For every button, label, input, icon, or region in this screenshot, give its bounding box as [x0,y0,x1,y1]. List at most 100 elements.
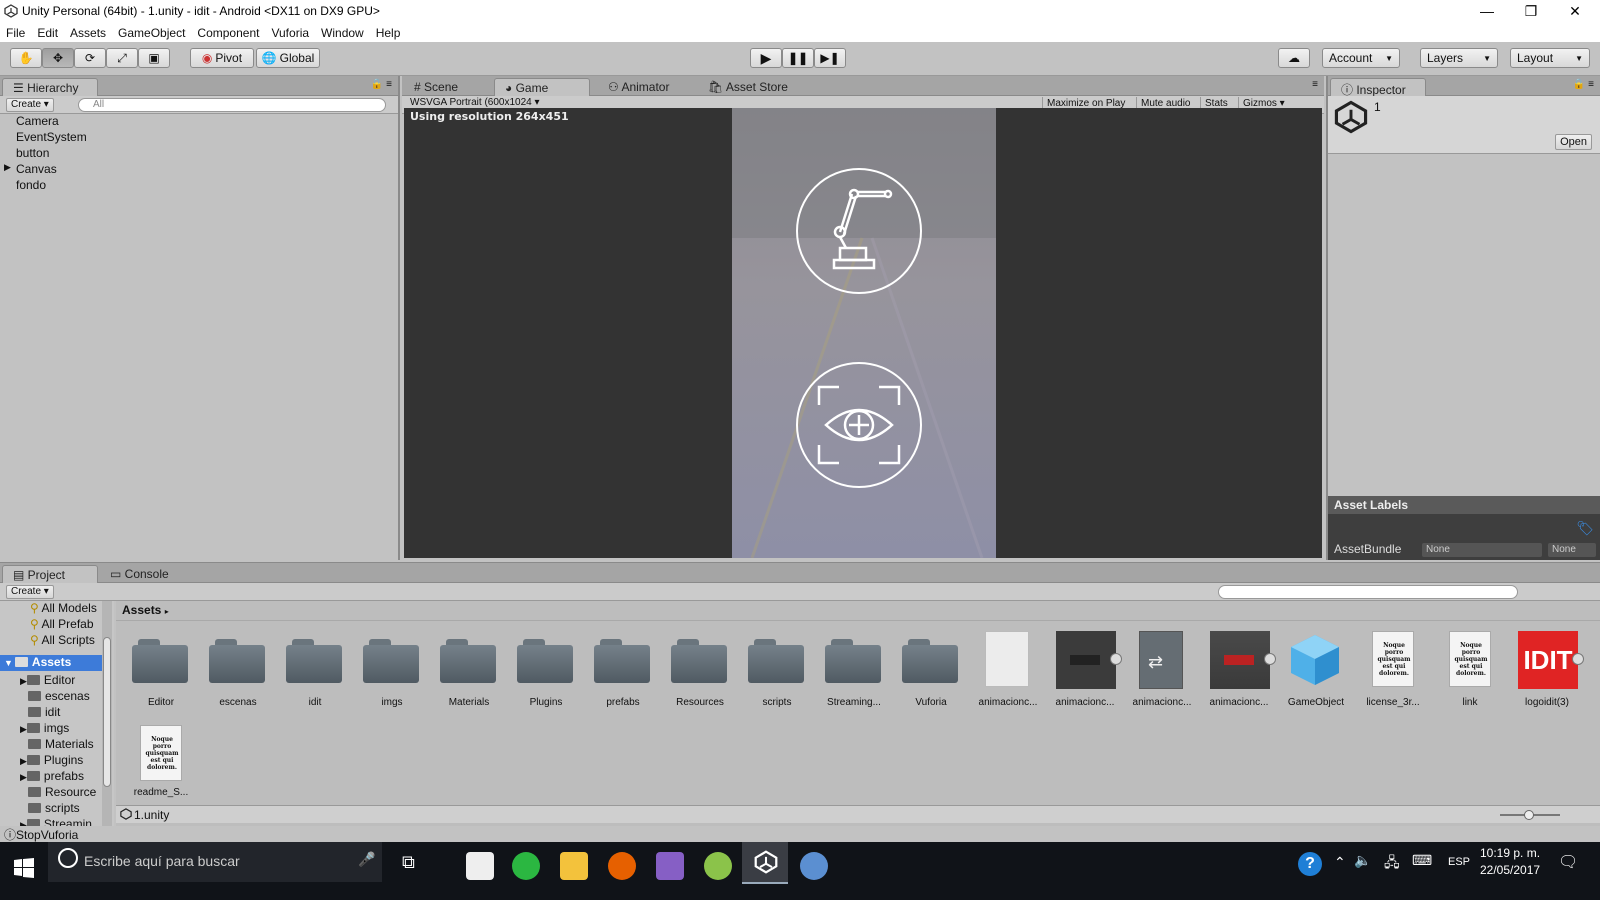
tree-item-idit[interactable]: idit [28,705,60,719]
firefox-icon[interactable] [608,852,636,880]
tab-asset-store[interactable]: 🛍 Asset Store [698,78,808,96]
assetbundle-dropdown[interactable]: None [1422,543,1542,557]
tree-item-materials[interactable]: Materials [28,737,94,751]
store-app-icon[interactable] [466,852,494,880]
lock-icon[interactable]: 🔒 ≡ [1573,79,1594,90]
robot-arm-button[interactable] [794,166,924,296]
file-explorer-icon[interactable] [560,852,588,880]
expand-arrow-icon[interactable]: ▶ [4,162,11,173]
layout-dropdown[interactable]: Layout ▼ [1510,48,1590,68]
folder-icon[interactable] [671,637,729,683]
inspector-open-button[interactable]: Open [1555,134,1592,150]
hierarchy-item-camera[interactable]: Camera [16,114,59,128]
restore-button[interactable]: ❐ [1508,0,1554,24]
folder-icon[interactable] [209,637,267,683]
icon-size-slider[interactable] [1500,810,1560,820]
folder-icon[interactable] [132,637,190,683]
folder-icon[interactable] [440,637,498,683]
menu-assets[interactable]: Assets [70,26,106,40]
paint-app-icon[interactable] [800,852,828,880]
rect-tool-button[interactable]: ▣ [138,48,170,68]
task-view-icon[interactable]: ⧉ [402,852,415,873]
tree-scrollbar-thumb[interactable] [103,637,111,787]
pivot-toggle[interactable]: ◉ Pivot [190,48,254,68]
folder-icon[interactable] [594,637,652,683]
move-tool-button[interactable]: ✥ [42,48,74,68]
pause-button[interactable]: ❚❚ [782,48,814,68]
folder-icon[interactable] [825,637,883,683]
variant-dropdown[interactable]: None [1548,543,1596,557]
game-viewport[interactable]: Using resolution 264x451 [404,108,1322,558]
step-button[interactable]: ▶❚ [814,48,846,68]
tree-item-imgs[interactable]: ▶ imgs [20,721,69,735]
taskbar-search[interactable]: Escribe aquí para buscar 🎤 [48,842,382,882]
tab-inspector[interactable]: ⓘ Inspector [1330,78,1426,97]
file-icon[interactable] [985,631,1029,687]
unity-taskbar-button[interactable] [742,842,788,884]
animation-clip-icon[interactable] [1210,631,1276,689]
folder-icon[interactable] [517,637,575,683]
scale-tool-button[interactable]: ⤢ [106,48,138,68]
play-button[interactable]: ▶ [750,48,782,68]
tree-item-scripts[interactable]: scripts [28,801,80,815]
android-studio-icon[interactable] [704,852,732,880]
breadcrumb-assets[interactable]: Assets [122,603,161,617]
hierarchy-search-input[interactable]: All [78,98,386,112]
account-dropdown[interactable]: Account ▼ [1322,48,1400,68]
favorite-all-models[interactable]: ⚲ All Models [30,601,97,615]
cloud-button[interactable]: ☁ [1278,48,1310,68]
favorite-all-scripts[interactable]: ⚲ All Scripts [30,633,95,647]
hierarchy-create-button[interactable]: Create ▾ [6,98,54,112]
tree-scrollbar[interactable] [102,601,112,827]
folder-icon[interactable] [748,637,806,683]
layers-dropdown[interactable]: Layers ▼ [1420,48,1498,68]
tab-scene[interactable]: # Scene [404,78,494,96]
global-toggle[interactable]: 🌐 Global [256,48,320,68]
menu-window[interactable]: Window [321,26,364,40]
menu-file[interactable]: File [6,26,25,40]
document-icon[interactable]: Noque porro quisquam est qui dolorem. [1449,631,1491,687]
tag-icon[interactable]: 🏷 [1576,520,1594,537]
tree-item-plugins[interactable]: ▶ Plugins [20,753,83,767]
chevron-up-icon[interactable]: ⌃ [1334,854,1346,871]
hierarchy-item-fondo[interactable]: fondo [16,178,46,192]
document-icon[interactable]: Noque porro quisquam est qui dolorem. [1372,631,1414,687]
language-indicator[interactable]: ESP [1448,856,1470,868]
close-button[interactable]: ✕ [1552,0,1598,24]
hierarchy-item-eventsystem[interactable]: EventSystem [16,130,87,144]
clock-time[interactable]: 10:19 p. m. [1480,846,1540,860]
tree-item-escenas[interactable]: escenas [28,689,90,703]
tab-project[interactable]: ▤ Project [2,565,98,583]
animation-clip-icon[interactable] [1056,631,1122,689]
menu-gameobject[interactable]: GameObject [118,26,185,40]
help-icon[interactable]: ? [1298,852,1322,876]
panel-menu-icon[interactable]: ≡ [1312,79,1318,90]
tree-item-prefabs[interactable]: ▶ prefabs [20,769,84,783]
lock-icon[interactable]: 🔒 ≡ [371,79,392,90]
prefab-cube-icon[interactable] [1287,631,1343,687]
ar-scan-button[interactable] [794,360,924,490]
tab-game[interactable]: ◕ Game [494,78,590,96]
clock-date[interactable]: 22/05/2017 [1480,863,1540,877]
hand-tool-button[interactable]: ✋ [10,48,42,68]
folder-icon[interactable] [363,637,421,683]
menu-edit[interactable]: Edit [37,26,58,40]
tab-animator[interactable]: ⚇ Animator [598,78,694,96]
menu-component[interactable]: Component [197,26,259,40]
favorite-all-prefabs[interactable]: ⚲ All Prefab [30,617,94,631]
notifications-icon[interactable]: 🗨 [1558,852,1578,872]
tree-item-resources[interactable]: Resource [28,785,96,799]
tab-hierarchy[interactable]: ☰ Hierarchy [2,78,98,96]
visual-studio-icon[interactable] [656,852,684,880]
windows-start-icon[interactable] [14,858,34,878]
document-icon[interactable]: Noque porro quisquam est qui dolorem. [140,725,182,781]
rotate-tool-button[interactable]: ⟳ [74,48,106,68]
tree-item-editor[interactable]: ▶ Editor [20,673,75,687]
minimize-button[interactable]: — [1464,0,1510,24]
project-search-input[interactable] [1218,585,1518,599]
whatsapp-icon[interactable] [512,852,540,880]
network-icon[interactable]: 🖧 [1384,852,1400,876]
project-create-button[interactable]: Create ▾ [6,585,54,599]
hierarchy-item-canvas[interactable]: Canvas [16,162,57,176]
folder-icon[interactable] [902,637,960,683]
